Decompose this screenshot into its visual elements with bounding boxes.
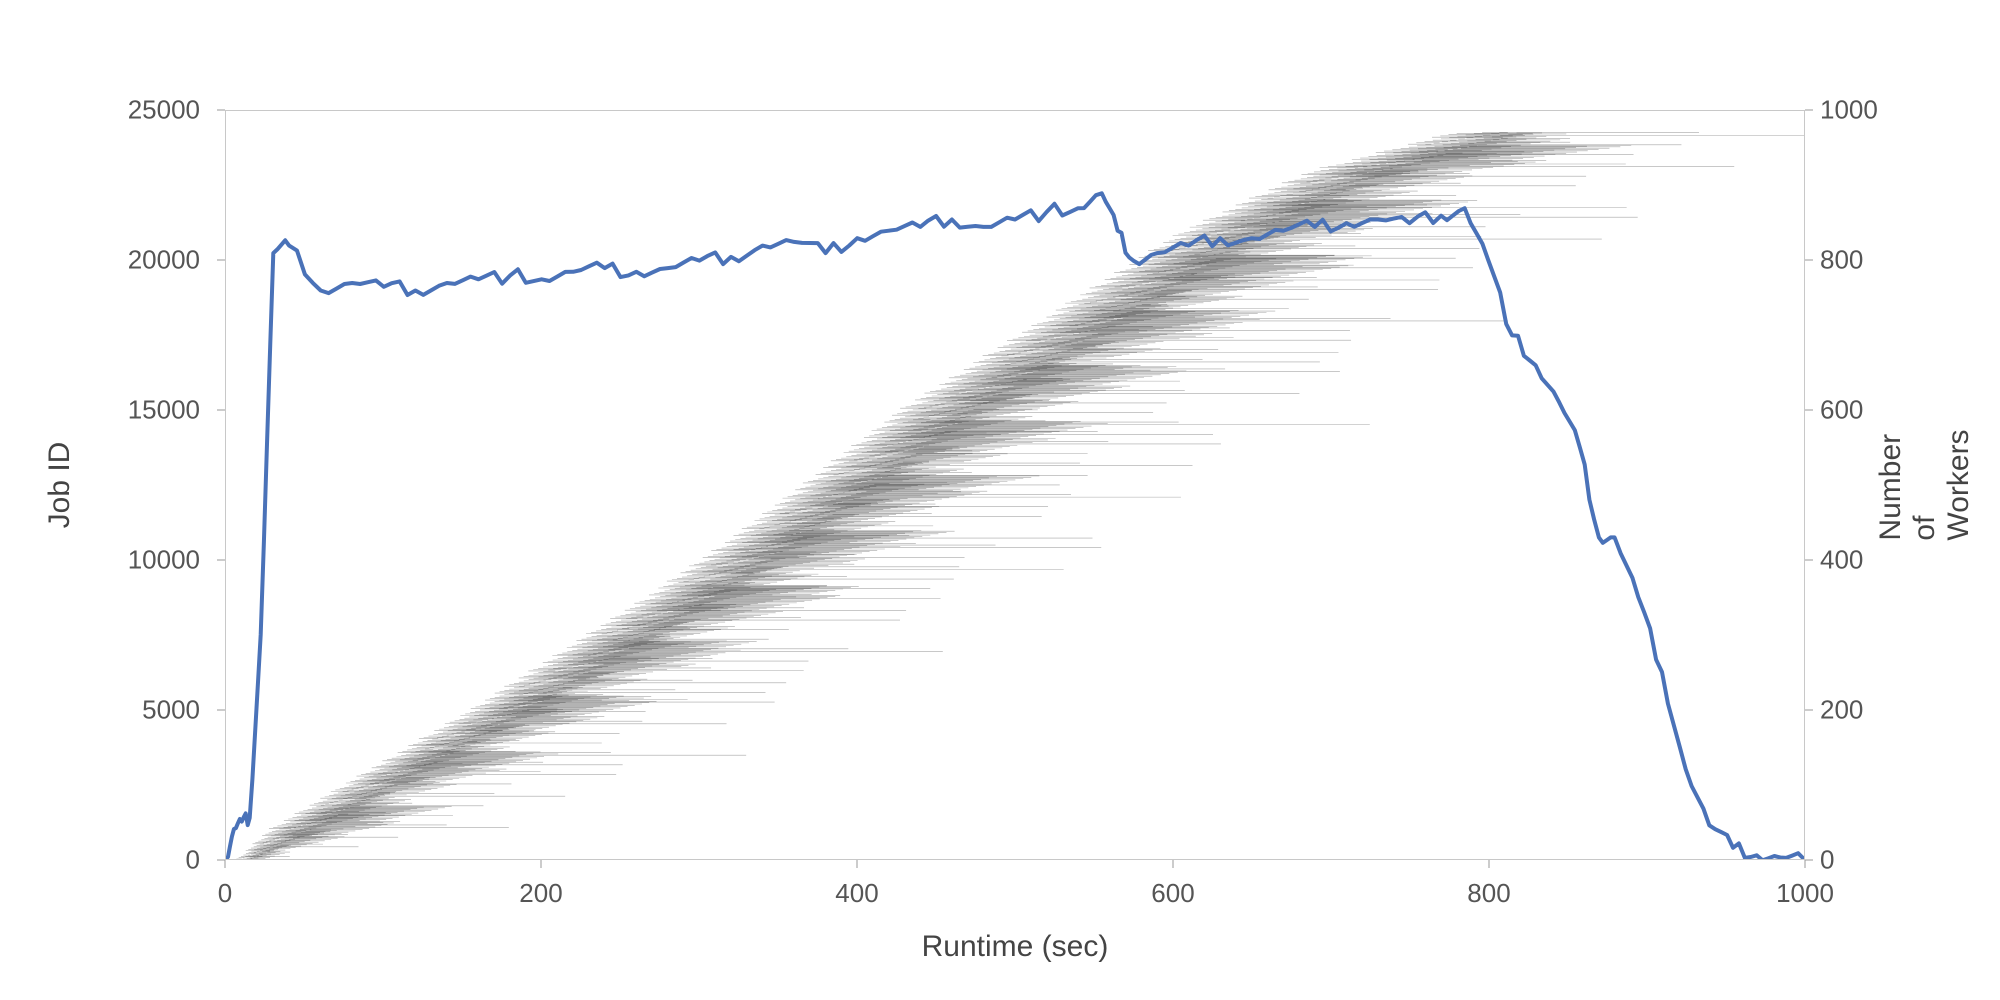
- y2-axis-label: Number of Workers: [1874, 429, 1976, 540]
- chart-container: 0 5000 10000 15000 20000 25000 0 200 400…: [0, 0, 2000, 1000]
- x-tick: 0: [218, 878, 232, 909]
- y1-axis-label: Job ID: [43, 442, 77, 529]
- x-axis-label: Runtime (sec): [922, 930, 1109, 964]
- x-tick: 1000: [1776, 878, 1834, 909]
- y2-tick: 400: [1820, 545, 1920, 576]
- y1-tick: 10000: [100, 545, 200, 576]
- y2-tick: 800: [1820, 245, 1920, 276]
- x-tick: 400: [835, 878, 878, 909]
- plot-area: [225, 110, 1805, 860]
- plot-canvas: [226, 111, 1804, 859]
- y1-tick: 20000: [100, 245, 200, 276]
- y2-tick: 600: [1820, 395, 1920, 426]
- x-tick: 800: [1467, 878, 1510, 909]
- x-tick: 200: [519, 878, 562, 909]
- y1-tick: 5000: [100, 695, 200, 726]
- y1-tick: 15000: [100, 395, 200, 426]
- x-tick: 600: [1151, 878, 1194, 909]
- y2-tick: 0: [1820, 845, 1920, 876]
- y1-tick: 25000: [100, 95, 200, 126]
- y1-tick: 0: [100, 845, 200, 876]
- y2-tick: 1000: [1820, 95, 1920, 126]
- y2-tick: 200: [1820, 695, 1920, 726]
